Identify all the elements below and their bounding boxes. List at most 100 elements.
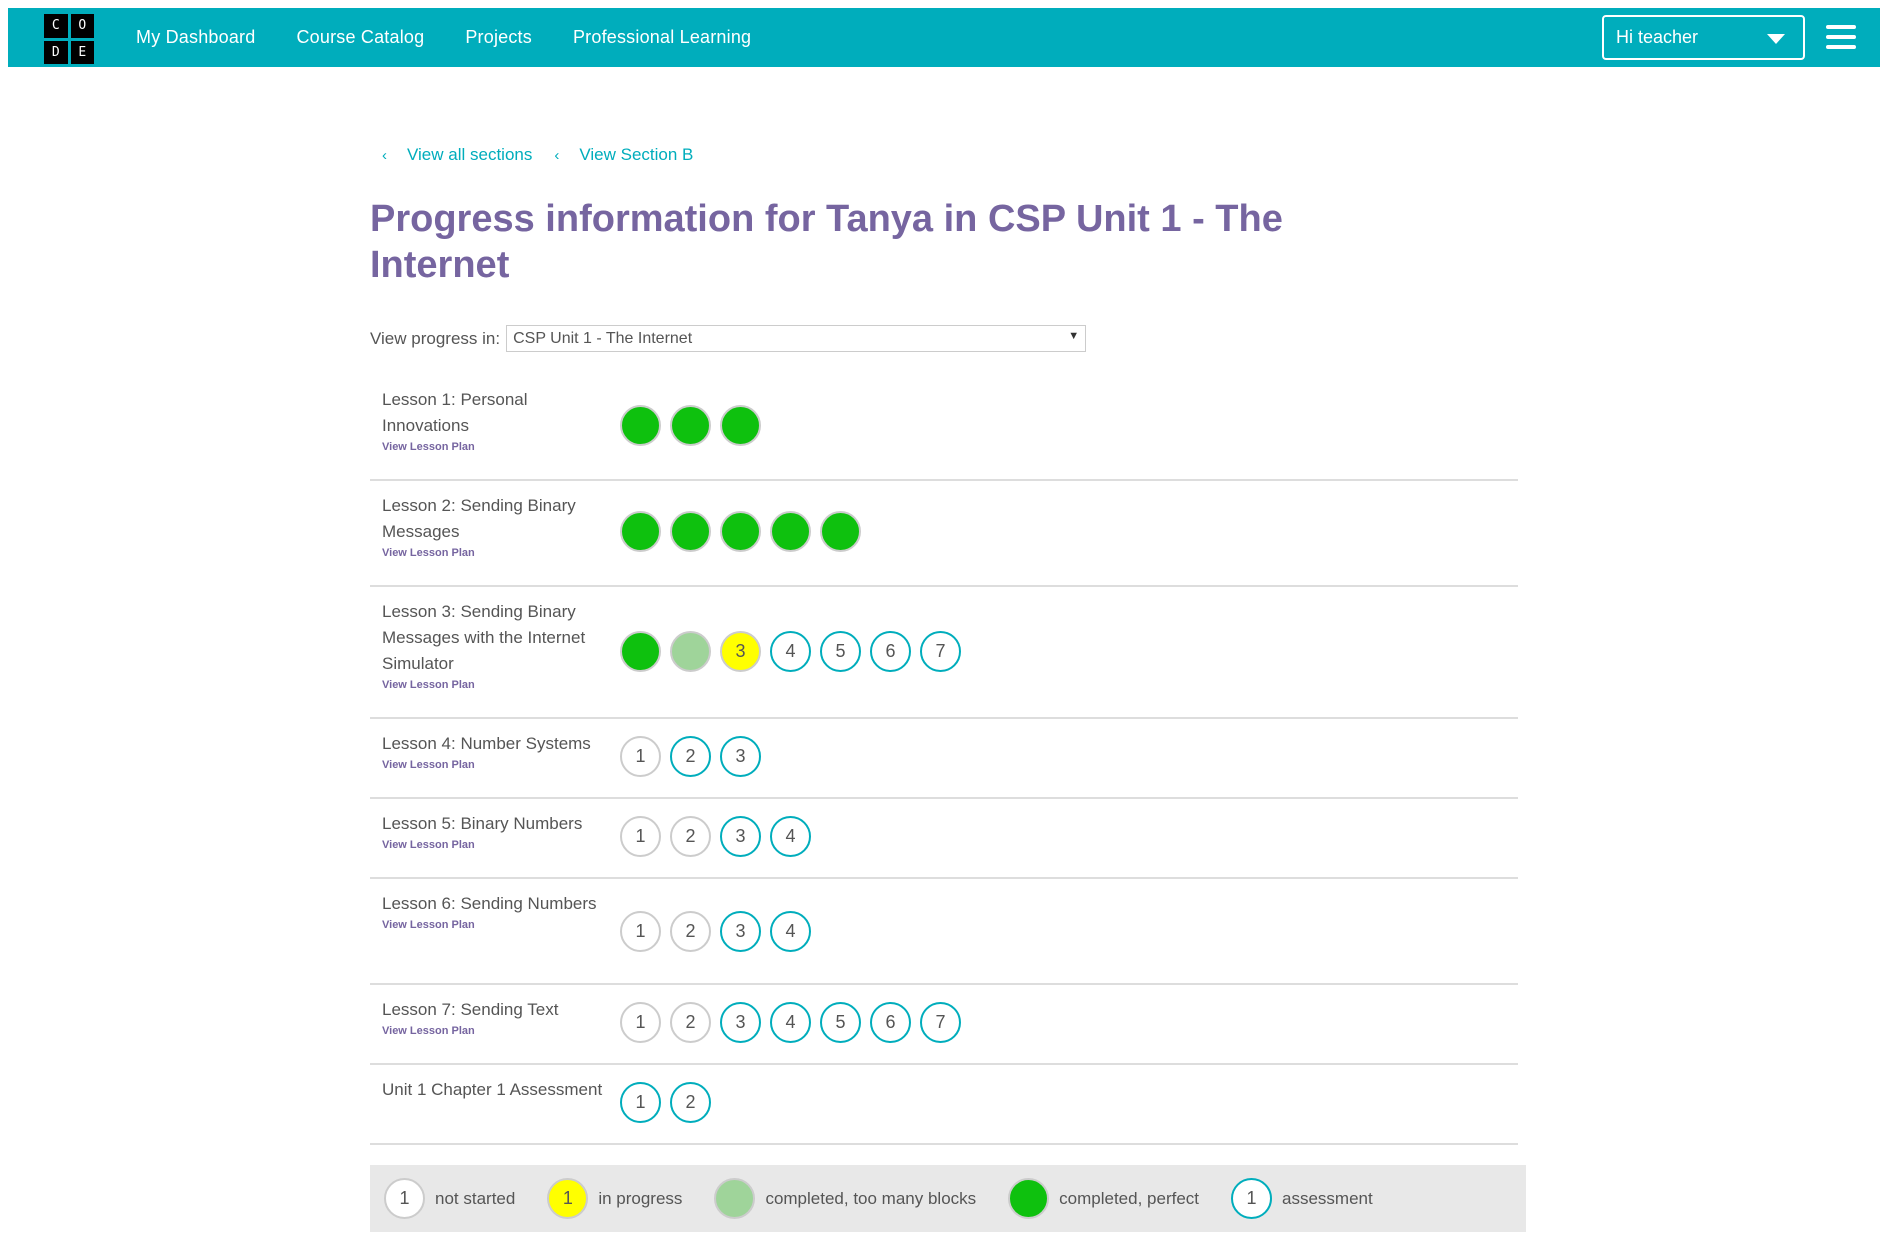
legend-item: 1 assessment [1231, 1178, 1373, 1219]
level-bubble-assessment[interactable]: 4 [770, 816, 811, 857]
lesson-info: Unit 1 Chapter 1 Assessment [382, 1077, 617, 1103]
legend-label: not started [435, 1188, 516, 1208]
code-logo[interactable]: C O D E [44, 14, 94, 64]
lesson-info: Lesson 4: Number Systems View Lesson Plan [382, 731, 617, 771]
lesson-progress-table: Lesson 1: Personal Innovations View Lesso… [370, 375, 1518, 1145]
level-bubble-notstarted[interactable]: 1 [620, 736, 661, 777]
view-lesson-plan-link[interactable]: View Lesson Plan [382, 839, 617, 851]
breadcrumb-view-all-sections[interactable]: View all sections [407, 145, 532, 165]
view-progress-row: View progress in: CSP Unit 1 - The Inter… [370, 325, 1087, 352]
level-bubble-perfect[interactable] [670, 405, 711, 446]
view-lesson-plan-link[interactable]: View Lesson Plan [382, 1025, 617, 1037]
level-bubble-notstarted[interactable]: 2 [670, 911, 711, 952]
hamburger-menu-icon[interactable] [1826, 25, 1856, 49]
level-bubbles: 1234 [620, 816, 820, 857]
logo-letter: E [70, 40, 94, 64]
level-bubble-assessment[interactable]: 5 [820, 631, 861, 672]
lesson-name: Lesson 6: Sending Numbers [382, 894, 597, 913]
nav-professional-learning[interactable]: Professional Learning [573, 27, 751, 48]
level-bubbles: 34567 [620, 631, 970, 672]
legend-item: completed, too many blocks [714, 1178, 976, 1219]
level-bubble-notstarted[interactable]: 2 [670, 816, 711, 857]
legend-item: completed, perfect [1008, 1178, 1199, 1219]
lesson-row: Lesson 4: Number Systems View Lesson Plan… [370, 719, 1518, 799]
view-progress-label: View progress in: [370, 328, 501, 348]
nav-course-catalog[interactable]: Course Catalog [296, 27, 424, 48]
level-bubble-perfect[interactable] [620, 631, 661, 672]
level-bubble-assessment[interactable]: 1 [620, 1082, 661, 1123]
level-bubble-notstarted[interactable]: 1 [620, 1002, 661, 1043]
level-bubble-assessment[interactable]: 7 [920, 631, 961, 672]
level-bubble-assessment[interactable]: 3 [720, 736, 761, 777]
level-bubble-assessment[interactable]: 2 [670, 736, 711, 777]
level-bubble-perfect[interactable] [620, 405, 661, 446]
chevron-left-icon: ‹ [554, 146, 560, 164]
level-bubble-notstarted[interactable]: 1 [620, 911, 661, 952]
lesson-name: Lesson 1: Personal Innovations [382, 390, 528, 435]
lesson-name: Lesson 3: Sending Binary Messages with t… [382, 602, 586, 673]
lesson-name: Lesson 2: Sending Binary Messages [382, 496, 576, 541]
legend-bubble-perfect [1008, 1178, 1050, 1219]
legend-item: 1 not started [384, 1178, 515, 1219]
lesson-info: Lesson 5: Binary Numbers View Lesson Plan [382, 811, 617, 851]
level-bubble-assessment[interactable]: 7 [920, 1002, 961, 1043]
level-bubble-assessment[interactable]: 4 [770, 1002, 811, 1043]
breadcrumb-view-section[interactable]: View Section B [579, 145, 693, 165]
view-lesson-plan-link[interactable]: View Lesson Plan [382, 547, 617, 559]
level-bubbles: 123 [620, 736, 770, 777]
level-bubble-inprogress[interactable]: 3 [720, 631, 761, 672]
dropdown-arrow-icon: ▼ [1068, 330, 1080, 342]
level-bubble-perfect[interactable] [720, 405, 761, 446]
level-bubble-assessment[interactable]: 3 [720, 911, 761, 952]
nav-my-dashboard[interactable]: My Dashboard [136, 27, 255, 48]
lesson-name: Lesson 7: Sending Text [382, 1000, 559, 1019]
lesson-info: Lesson 1: Personal Innovations View Lesso… [382, 387, 617, 453]
level-bubble-perfect[interactable] [620, 511, 661, 552]
level-bubble-assessment[interactable]: 6 [870, 631, 911, 672]
lesson-row: Lesson 2: Sending Binary Messages View Le… [370, 481, 1518, 587]
logo-letter: O [70, 14, 94, 38]
lesson-row: Lesson 1: Personal Innovations View Lesso… [370, 375, 1518, 481]
level-bubble-perfect[interactable] [820, 511, 861, 552]
legend-bubble-toomany [714, 1178, 756, 1219]
level-bubble-perfect[interactable] [670, 511, 711, 552]
level-bubble-notstarted[interactable]: 2 [670, 1002, 711, 1043]
level-bubble-perfect[interactable] [720, 511, 761, 552]
level-bubble-assessment[interactable]: 4 [770, 631, 811, 672]
caret-down-icon [1767, 34, 1785, 44]
legend-bubble-notstarted: 1 [384, 1178, 425, 1219]
lesson-info: Lesson 6: Sending Numbers View Lesson Pla… [382, 891, 617, 931]
lesson-row: Lesson 7: Sending Text View Lesson Plan 1 2… [370, 985, 1518, 1065]
main-nav: My Dashboard Course Catalog Projects Pro… [136, 8, 792, 67]
logo-letter: D [44, 40, 68, 64]
view-lesson-plan-link[interactable]: View Lesson Plan [382, 441, 617, 453]
legend-label: completed, perfect [1059, 1188, 1200, 1208]
nav-projects[interactable]: Projects [465, 27, 532, 48]
view-lesson-plan-link[interactable]: View Lesson Plan [382, 679, 617, 691]
level-bubble-assessment[interactable]: 5 [820, 1002, 861, 1043]
lesson-row: Lesson 3: Sending Binary Messages with t… [370, 587, 1518, 719]
lesson-row: Unit 1 Chapter 1 Assessment 1 2 [370, 1065, 1518, 1145]
level-bubble-notstarted[interactable]: 1 [620, 816, 661, 857]
unit-select-value: CSP Unit 1 - The Internet [513, 329, 693, 347]
lesson-info: Lesson 2: Sending Binary Messages View Le… [382, 493, 617, 559]
unit-select[interactable]: CSP Unit 1 - The Internet ▼ [506, 325, 1087, 352]
level-bubbles: 1234 [620, 911, 820, 952]
breadcrumb: ‹ View all sections ‹ View Section B [382, 145, 715, 165]
lesson-info: Lesson 3: Sending Binary Messages with t… [382, 599, 617, 691]
view-lesson-plan-link[interactable]: View Lesson Plan [382, 759, 617, 771]
level-bubble-assessment[interactable]: 3 [720, 1002, 761, 1043]
top-nav-bar: C O D E My Dashboard Course Catalog Proj… [8, 8, 1880, 67]
level-bubbles: 1234567 [620, 1002, 970, 1043]
user-menu-button[interactable]: Hi teacher [1602, 15, 1805, 60]
view-lesson-plan-link[interactable]: View Lesson Plan [382, 919, 617, 931]
legend-bubble-assessment: 1 [1231, 1178, 1273, 1219]
level-bubble-assessment[interactable]: 6 [870, 1002, 911, 1043]
level-bubble-assessment[interactable]: 4 [770, 911, 811, 952]
level-bubbles [620, 405, 770, 446]
level-bubble-assessment[interactable]: 2 [670, 1082, 711, 1123]
level-bubble-toomany[interactable] [670, 631, 711, 672]
level-bubble-assessment[interactable]: 3 [720, 816, 761, 857]
level-bubble-perfect[interactable] [770, 511, 811, 552]
lesson-info: Lesson 7: Sending Text View Lesson Plan [382, 997, 617, 1037]
